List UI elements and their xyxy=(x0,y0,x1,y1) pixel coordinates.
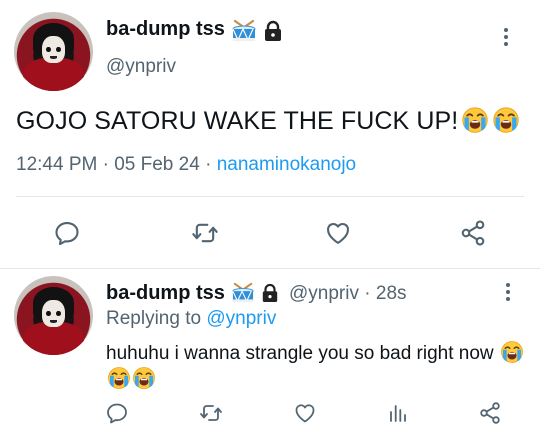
more-options-icon[interactable] xyxy=(505,283,511,304)
tweet-meta: 12:44 PM · 05 Feb 24 · nanaminokanojo xyxy=(16,154,356,176)
drum-emoji-icon xyxy=(231,19,257,43)
lock-icon xyxy=(263,20,283,42)
meta-separator: · xyxy=(102,154,109,175)
views-button[interactable] xyxy=(385,400,411,426)
display-name[interactable]: ba-dump tss xyxy=(106,18,225,41)
loudly-crying-face-icon xyxy=(461,106,489,134)
loudly-crying-face-icon xyxy=(107,366,131,390)
divider xyxy=(16,196,524,197)
loudly-crying-face-icon xyxy=(132,366,156,390)
meta-separator: · xyxy=(364,283,371,304)
reply-icon xyxy=(53,219,81,247)
share-icon xyxy=(478,401,502,425)
like-icon xyxy=(293,401,317,425)
share-icon xyxy=(459,219,487,247)
share-button[interactable] xyxy=(458,218,488,248)
retweet-button[interactable] xyxy=(198,400,224,426)
main-tweet[interactable]: ba-dump tss @ynpriv GOJO SATORU WAKE THE… xyxy=(0,0,540,268)
loudly-crying-face-icon xyxy=(492,106,520,134)
like-button[interactable] xyxy=(292,400,318,426)
meta-separator: · xyxy=(205,154,212,175)
retweet-icon xyxy=(199,401,223,425)
drum-emoji-icon xyxy=(231,282,255,304)
avatar[interactable] xyxy=(14,12,93,91)
like-button[interactable] xyxy=(323,218,353,248)
reply-text-content: huhuhu i wanna strangle you so bad right… xyxy=(106,343,494,364)
tweet-time: 12:44 PM xyxy=(16,154,98,175)
views-icon xyxy=(386,401,410,425)
user-handle[interactable]: @ynpriv xyxy=(289,283,359,304)
user-badges xyxy=(231,282,279,304)
reply-button[interactable] xyxy=(104,400,130,426)
like-icon xyxy=(324,219,352,247)
tweet-date: 05 Feb 24 xyxy=(114,154,200,175)
reply-button[interactable] xyxy=(52,218,82,248)
replying-to-label: Replying to xyxy=(106,308,202,329)
tweet-age: 28s xyxy=(375,283,407,304)
share-button[interactable] xyxy=(477,400,503,426)
reply-actions xyxy=(0,396,540,432)
user-badges xyxy=(231,19,283,43)
replying-to-mention[interactable]: @ynpriv xyxy=(206,308,276,329)
lock-icon xyxy=(261,283,279,303)
reply-handle-meta: @ynpriv · 28s xyxy=(289,283,407,305)
tweet-text-content: GOJO SATORU WAKE THE FUCK UP! xyxy=(16,107,459,135)
retweet-icon xyxy=(191,219,219,247)
more-options-icon[interactable] xyxy=(503,28,509,49)
display-name[interactable]: ba-dump tss xyxy=(106,282,225,305)
tweet-text: GOJO SATORU WAKE THE FUCK UP! xyxy=(16,106,520,136)
user-handle[interactable]: @ynpriv xyxy=(106,56,176,78)
reply-icon xyxy=(105,401,129,425)
replying-to: Replying to @ynpriv xyxy=(106,308,276,330)
tweet-client-link[interactable]: nanaminokanojo xyxy=(217,154,356,175)
tweet-actions xyxy=(0,212,540,252)
tweet-separator xyxy=(0,268,540,269)
retweet-button[interactable] xyxy=(190,218,220,248)
avatar[interactable] xyxy=(14,276,93,355)
loudly-crying-face-icon xyxy=(500,340,524,364)
reply-text: huhuhu i wanna strangle you so bad right… xyxy=(106,340,526,392)
